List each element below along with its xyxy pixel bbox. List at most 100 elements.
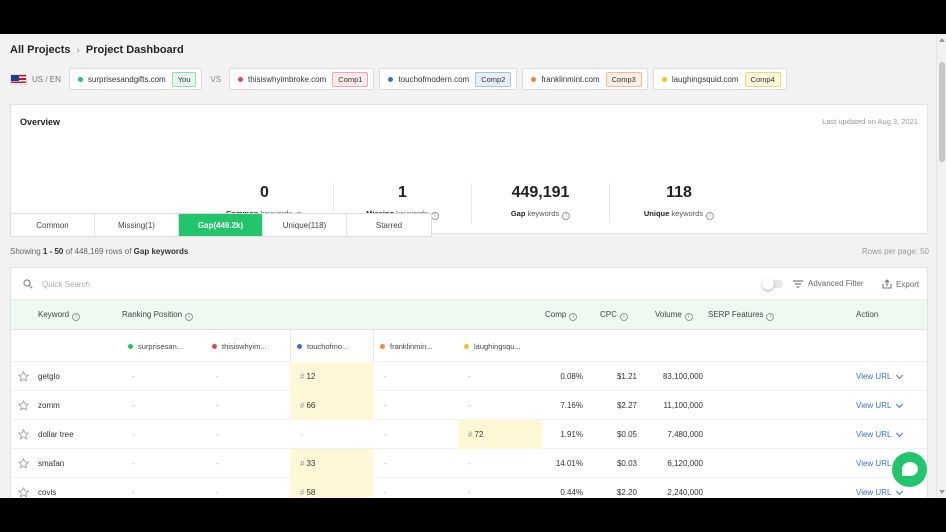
- domain-chip-1[interactable]: thisiswhyimbroke.com Comp1: [229, 68, 375, 90]
- view-url-button[interactable]: View URL: [856, 391, 904, 420]
- chat-button[interactable]: [892, 452, 927, 487]
- search-icon: [23, 279, 33, 289]
- rank-cell: #33: [290, 449, 374, 478]
- chevron-right-icon: ›: [76, 44, 80, 56]
- domain-color-dot: [661, 76, 667, 82]
- col-cpc[interactable]: CPC i: [600, 310, 628, 321]
- table-row: smafan - - #33- -14.01% $0.03 6,120,000 View UR…: [11, 449, 927, 478]
- advanced-filter-button[interactable]: Advanced Filter: [793, 279, 864, 288]
- scroll-down-icon[interactable]: [939, 490, 945, 494]
- col-keyword[interactable]: Keyword i: [38, 310, 81, 321]
- rank-cell: -: [468, 488, 471, 497]
- vs-label: VS: [210, 74, 222, 84]
- keyword-cell: covis: [38, 488, 57, 497]
- volume-cell: 83,100,000: [662, 372, 703, 381]
- keywords-table: Advanced Filter Export Keywordi Ranking …: [10, 267, 928, 498]
- comp-cell: 7.16%: [560, 401, 583, 410]
- stat-value: 118: [666, 184, 692, 201]
- rank-cell: #72: [458, 420, 542, 449]
- domain-name: laughingsquid.com: [671, 74, 739, 84]
- table-row: getglo - - #12 - - 0.08% $1.21 83,100,000 View UR…: [11, 362, 927, 391]
- info-icon[interactable]: i: [766, 313, 775, 321]
- table-body: getglo - - #12 - - 0.08% $1.21 83,100,000 View UR…: [11, 362, 927, 498]
- rank-cell: -: [132, 372, 135, 381]
- breadcrumb: All Projects › Project Dashboard: [10, 44, 184, 56]
- quick-search-input[interactable]: [42, 276, 342, 292]
- info-icon[interactable]: i: [562, 212, 571, 220]
- domain-columns-row: surprisesan... thisiswhyim... touchofmo...…: [11, 330, 927, 362]
- chevron-down-icon: [896, 371, 904, 379]
- tab-starred[interactable]: Starred: [347, 214, 431, 236]
- stat-unique[interactable]: 118 Unique keywords i: [610, 183, 748, 223]
- cpc-cell: $1.21: [616, 372, 637, 381]
- stat-gap[interactable]: 449,191 Gap keywords i: [472, 183, 610, 223]
- cpc-cell: $0.05: [616, 430, 637, 439]
- info-icon[interactable]: i: [619, 313, 628, 321]
- comp-cell: 0.08%: [560, 372, 583, 381]
- rank-cell: #12: [290, 362, 374, 391]
- domain-compare-bar: US / EN surprisesandgifts.com You VS thisis…: [10, 68, 792, 90]
- info-icon[interactable]: i: [706, 212, 715, 220]
- rank-cell: -: [132, 430, 135, 439]
- scroll-up-icon[interactable]: [939, 38, 945, 42]
- info-icon[interactable]: i: [684, 313, 693, 321]
- rank-cell: -: [384, 430, 387, 439]
- domain-col-1: thisiswhyim...: [206, 330, 290, 362]
- stat-value: 0: [260, 184, 269, 201]
- col-volume[interactable]: Volume i: [655, 310, 693, 321]
- star-icon[interactable]: [18, 478, 29, 498]
- toggle-switch[interactable]: [762, 278, 783, 290]
- star-icon[interactable]: [18, 420, 29, 449]
- view-url-button[interactable]: View URL: [856, 420, 904, 449]
- info-icon[interactable]: i: [569, 313, 578, 321]
- domain-chip-0[interactable]: surprisesandgifts.com You: [68, 68, 203, 90]
- volume-cell: 6,120,000: [667, 459, 703, 468]
- domain-color-dot: [464, 343, 469, 349]
- export-button[interactable]: Export: [882, 279, 919, 289]
- domain-name: touchofmodern.com: [398, 74, 470, 84]
- star-icon[interactable]: [18, 449, 29, 478]
- breadcrumb-all-projects[interactable]: All Projects: [10, 44, 71, 56]
- chevron-down-icon: [896, 487, 904, 495]
- col-ranking-position[interactable]: Ranking Position i: [122, 310, 194, 321]
- page-scrollbar[interactable]: [936, 34, 946, 498]
- star-icon[interactable]: [18, 391, 29, 420]
- rank-cell: -: [384, 372, 387, 381]
- tab-unique[interactable]: Unique(118): [263, 214, 347, 236]
- volume-cell: 7,480,000: [667, 430, 703, 439]
- col-serp-features[interactable]: SERP Features i: [708, 310, 775, 321]
- rank-cell: -: [132, 459, 135, 468]
- page-title: Project Dashboard: [85, 44, 184, 56]
- keyword-tabs: Common Missing(1) Gap(449.2k) Unique(118…: [10, 213, 432, 237]
- domain-color-dot: [297, 343, 302, 349]
- scroll-thumb[interactable]: [939, 62, 945, 162]
- table-header: Keyword i Ranking Position i Comp i CPC i Vo…: [11, 300, 927, 330]
- rows-per-page[interactable]: Rows per page: 50: [862, 247, 929, 256]
- domain-col-0: surprisesan...: [122, 330, 206, 362]
- us-flag-icon: [10, 73, 27, 85]
- rank-cell: -: [216, 459, 219, 468]
- tab-common[interactable]: Common: [11, 214, 95, 236]
- info-icon[interactable]: i: [72, 313, 81, 321]
- tab-missing[interactable]: Missing(1): [95, 214, 179, 236]
- comp-cell: 14.01%: [555, 459, 583, 468]
- view-url-button[interactable]: View URL: [856, 362, 904, 391]
- info-icon[interactable]: i: [185, 313, 194, 321]
- rank-cell: -: [132, 401, 135, 410]
- rank-cell: -: [384, 488, 387, 497]
- info-icon[interactable]: i: [430, 212, 439, 220]
- domain-chip-2[interactable]: touchofmodern.com Comp2: [379, 68, 518, 90]
- tab-gap[interactable]: Gap(449.2k): [179, 214, 263, 236]
- domain-col-2: touchofmo...: [290, 330, 374, 362]
- domain-color-dot: [380, 343, 385, 349]
- domain-color-dot: [238, 76, 244, 82]
- domain-chip-4[interactable]: laughingsquid.com Comp4: [652, 68, 787, 90]
- col-comp[interactable]: Comp i: [545, 310, 578, 321]
- filter-icon: [793, 279, 803, 288]
- domain-chip-3[interactable]: franklinmint.com Comp3: [522, 68, 648, 90]
- region-label[interactable]: US / EN: [32, 75, 61, 84]
- star-icon[interactable]: [18, 362, 29, 391]
- comp-cell: 1.91%: [560, 430, 583, 439]
- domain-tag: Comp3: [605, 71, 642, 87]
- rank-cell: -: [216, 401, 219, 410]
